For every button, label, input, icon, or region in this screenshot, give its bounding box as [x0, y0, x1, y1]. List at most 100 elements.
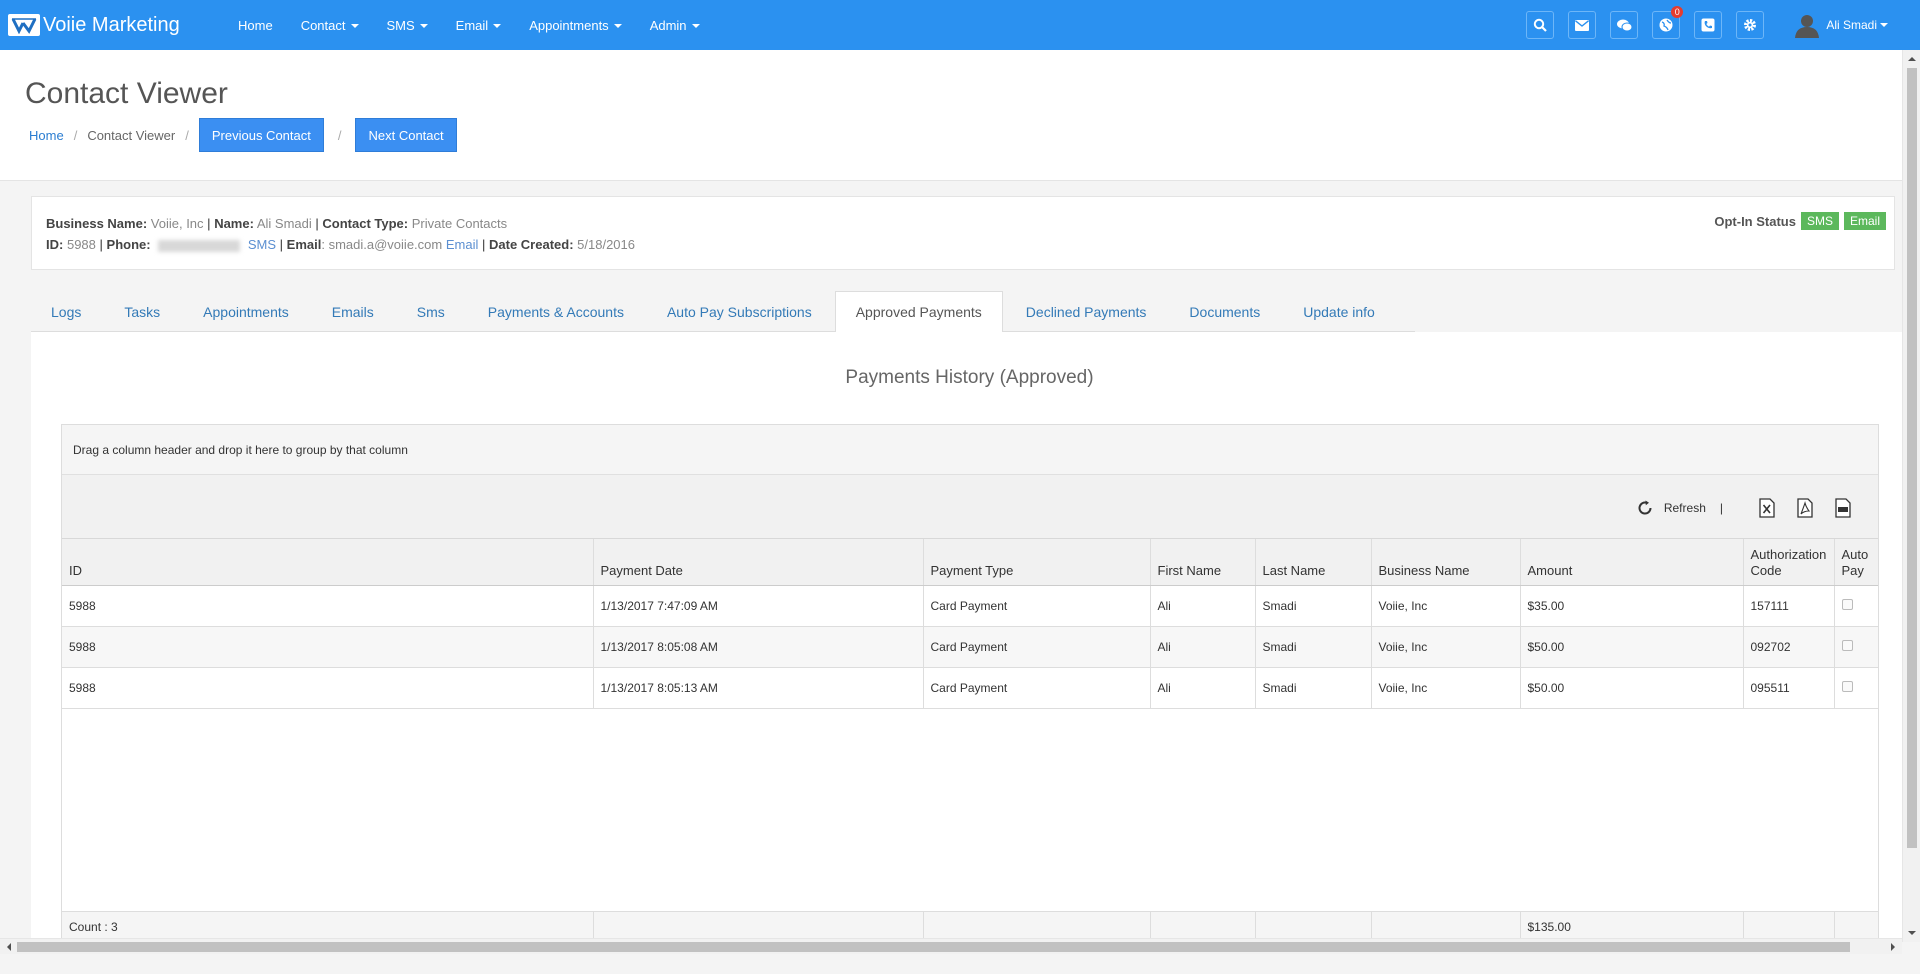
tab-sms[interactable]: Sms	[397, 291, 465, 332]
cell-payment-type: Card Payment	[923, 626, 1151, 668]
pipe-separator: |	[99, 237, 103, 252]
export-excel-button[interactable]	[1758, 497, 1776, 519]
nav-admin-label: Admin	[649, 17, 687, 33]
column-header-authorization-code[interactable]: Authorization Code	[1743, 539, 1835, 586]
nav-contact[interactable]: Contact	[287, 18, 373, 33]
nav-appointments[interactable]: Appointments	[515, 18, 636, 33]
column-header-payment-type[interactable]: Payment Type	[923, 539, 1151, 586]
group-drop-area[interactable]: Drag a column header and drop it here to…	[62, 425, 1878, 475]
nav-admin[interactable]: Admin	[636, 18, 714, 33]
table-row[interactable]: 5988 1/13/2017 7:47:09 AM Card Payment A…	[62, 585, 1878, 627]
vertical-scrollbar[interactable]	[1902, 50, 1920, 942]
tab-update-info[interactable]: Update info	[1283, 291, 1395, 332]
name-value: Ali Smadi	[256, 216, 312, 231]
scroll-left-arrow-icon[interactable]	[2, 939, 16, 955]
table-row[interactable]: 5988 1/13/2017 8:05:08 AM Card Payment A…	[62, 626, 1878, 668]
tab-documents[interactable]: Documents	[1169, 291, 1280, 332]
tab-logs[interactable]: Logs	[31, 291, 101, 332]
column-header-business-name[interactable]: Business Name	[1371, 539, 1521, 586]
settings-button[interactable]	[1736, 11, 1765, 39]
email-label: Email	[286, 237, 322, 252]
horizontal-scrollbar[interactable]	[0, 938, 1902, 954]
breadcrumb-home-link[interactable]: Home	[29, 128, 64, 143]
cell-business-name: Voiie, Inc	[1371, 626, 1521, 668]
caret-down-icon	[691, 24, 700, 29]
colon: :	[321, 237, 325, 252]
email-link[interactable]: Email	[446, 237, 479, 252]
previous-contact-button[interactable]: Previous Contact	[198, 118, 324, 152]
cell-last-name: Smadi	[1255, 667, 1372, 709]
nav-email[interactable]: Email	[442, 18, 516, 33]
cell-payment-type: Card Payment	[923, 667, 1151, 709]
tab-appointments[interactable]: Appointments	[183, 291, 309, 332]
column-header-amount[interactable]: Amount	[1520, 539, 1744, 586]
scroll-down-arrow-icon[interactable]	[1903, 926, 1920, 940]
auto-pay-checkbox[interactable]	[1841, 598, 1853, 610]
column-header-auto-pay[interactable]: Auto Pay	[1834, 539, 1878, 586]
scroll-up-arrow-icon[interactable]	[1903, 52, 1920, 66]
csv-export-icon	[1835, 498, 1851, 518]
table-row[interactable]: 5988 1/13/2017 8:05:13 AM Card Payment A…	[62, 667, 1878, 709]
auto-pay-checkbox[interactable]	[1841, 639, 1853, 651]
column-header-id[interactable]: ID	[62, 539, 594, 586]
phone-icon	[1701, 18, 1715, 32]
nav-contact-label: Contact	[300, 17, 346, 33]
cell-authorization-code: 095511	[1743, 667, 1835, 709]
scroll-right-arrow-icon[interactable]	[1886, 939, 1900, 955]
grid-footer: Count : 3 $135.00	[62, 911, 1878, 941]
column-header-last-name[interactable]: Last Name	[1255, 539, 1372, 586]
cell-first-name: Ali	[1150, 585, 1256, 627]
column-header-payment-date[interactable]: Payment Date	[593, 539, 924, 586]
pipe-separator: |	[481, 237, 486, 252]
payments-grid: Drag a column header and drop it here to…	[61, 424, 1879, 942]
nav-email-label: Email	[455, 17, 489, 33]
cell-business-name: Voiie, Inc	[1371, 585, 1521, 627]
messages-button[interactable]	[1568, 11, 1597, 39]
chat-button[interactable]	[1610, 11, 1639, 39]
search-button[interactable]	[1526, 11, 1555, 39]
chat-icon	[1616, 19, 1632, 31]
refresh-label: Refresh	[1663, 501, 1706, 515]
pipe-separator: |	[315, 216, 319, 231]
contact-info-line-1: Business Name: Voiie, Inc | Name: Ali Sm…	[46, 216, 507, 231]
breadcrumb: Home / Contact Viewer / Previous Contact…	[29, 118, 457, 152]
contact-tabs: Logs Tasks Appointments Emails Sms Payme…	[31, 291, 1415, 333]
phone-sms-link[interactable]: SMS	[248, 237, 276, 252]
cell-amount: $50.00	[1520, 626, 1744, 668]
tab-payments-accounts[interactable]: Payments & Accounts	[468, 291, 644, 332]
cell-authorization-code: 157111	[1743, 585, 1835, 627]
nav-sms[interactable]: SMS	[373, 18, 442, 33]
cell-first-name: Ali	[1150, 626, 1256, 668]
main-menu: Home Contact SMS Email Appointments Admi…	[224, 18, 714, 33]
tab-auto-pay-subscriptions[interactable]: Auto Pay Subscriptions	[647, 291, 832, 332]
brand[interactable]: Voiie Marketing	[8, 14, 224, 37]
tab-tasks[interactable]: Tasks	[104, 291, 180, 332]
tab-declined-payments[interactable]: Declined Payments	[1006, 291, 1167, 332]
export-pdf-button[interactable]	[1796, 497, 1814, 519]
cell-last-name: Smadi	[1255, 626, 1372, 668]
cell-last-name: Smadi	[1255, 585, 1372, 627]
caret-down-icon	[613, 24, 622, 29]
horizontal-scrollbar-thumb[interactable]	[17, 942, 1850, 952]
auto-pay-checkbox[interactable]	[1841, 680, 1853, 692]
notifications-button[interactable]: 0	[1652, 6, 1684, 39]
tab-emails[interactable]: Emails	[312, 291, 394, 332]
optin-sms-badge: SMS	[1800, 212, 1839, 230]
cell-business-name: Voiie, Inc	[1371, 667, 1521, 709]
pdf-export-icon	[1797, 498, 1813, 518]
next-contact-button[interactable]: Next Contact	[355, 118, 457, 152]
page-header: Contact Viewer Home / Contact Viewer / P…	[0, 50, 1902, 181]
tab-approved-payments[interactable]: Approved Payments	[834, 291, 1003, 333]
nav-home[interactable]: Home	[224, 18, 287, 33]
optin-email-badge: Email	[1843, 212, 1886, 230]
navbar-right: 0 Ali Smadi	[1512, 0, 1888, 50]
phone-button[interactable]	[1694, 11, 1723, 39]
user-menu[interactable]: Ali Smadi	[1794, 12, 1888, 38]
column-header-first-name[interactable]: First Name	[1150, 539, 1256, 586]
refresh-button[interactable]: Refresh	[1636, 499, 1706, 517]
cell-auto-pay	[1834, 667, 1878, 709]
cell-first-name: Ali	[1150, 667, 1256, 709]
page-bottom-area	[0, 954, 1920, 974]
vertical-scrollbar-thumb[interactable]	[1907, 68, 1917, 848]
export-csv-button[interactable]	[1834, 497, 1852, 519]
